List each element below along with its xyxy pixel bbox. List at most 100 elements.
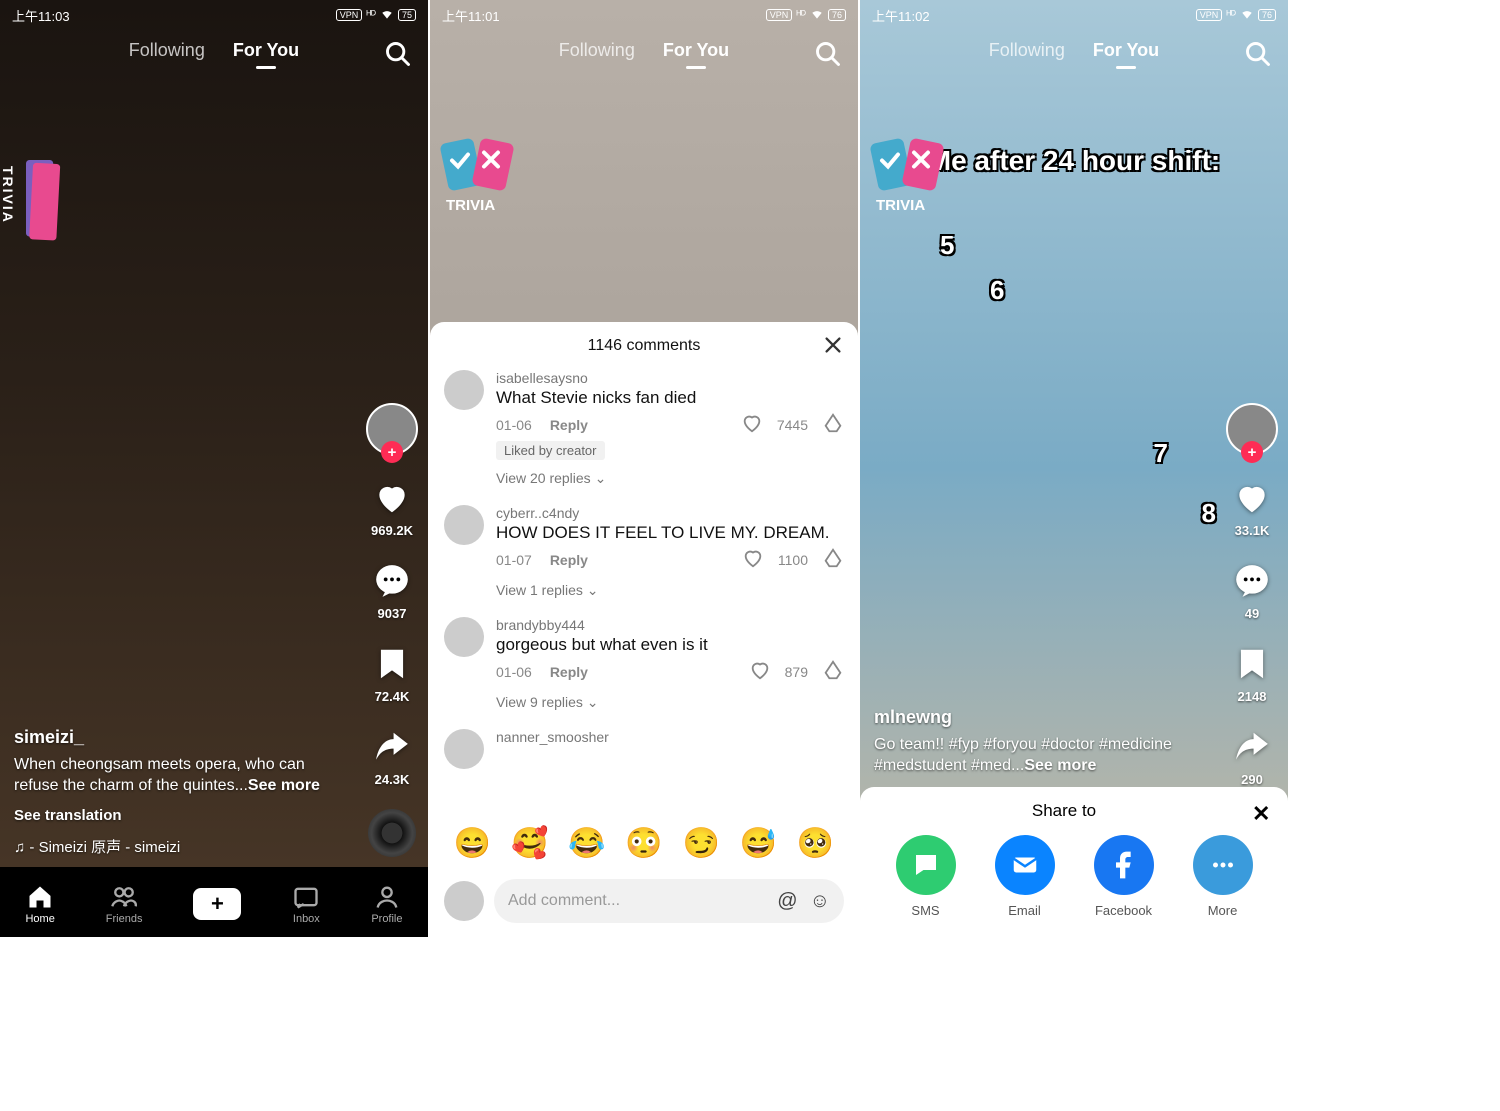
username[interactable]: simeizi_	[14, 727, 338, 748]
close-icon[interactable]: ✕	[1252, 801, 1272, 821]
emoji-icon[interactable]: ☺	[810, 890, 830, 913]
share-email[interactable]: Email	[995, 835, 1055, 918]
comment-text: HOW DOES IT FEEL TO LIVE MY. DREAM.	[496, 523, 844, 543]
see-more[interactable]: See more	[1024, 757, 1096, 774]
chevron-down-icon: ⌄	[587, 582, 599, 598]
like-button[interactable]: 969.2K	[371, 477, 413, 538]
comments-list[interactable]: isabellesaysno What Stevie nicks fan die…	[430, 370, 858, 816]
status-bar: 上午11:03 VPN ᴴᴰ 75	[0, 0, 428, 30]
comment[interactable]: isabellesaysno What Stevie nicks fan die…	[444, 370, 844, 487]
view-replies[interactable]: View 9 replies ⌄	[496, 694, 844, 711]
commenter-avatar[interactable]	[444, 729, 484, 769]
username[interactable]: mlnewng	[874, 707, 1198, 728]
clock: 上午11:01	[442, 6, 500, 25]
share-facebook[interactable]: Facebook	[1094, 835, 1154, 918]
follow-plus-icon[interactable]: +	[381, 441, 403, 463]
comment-input[interactable]: Add comment... @ ☺	[494, 879, 844, 923]
commenter-username[interactable]: brandybby444	[496, 617, 844, 633]
like-comment[interactable]	[741, 412, 763, 437]
share-more[interactable]: More	[1193, 835, 1253, 918]
view-replies[interactable]: View 20 replies ⌄	[496, 470, 844, 487]
home-icon	[26, 883, 54, 911]
overlay-number: 6	[990, 275, 1004, 306]
emoji-quick[interactable]: 😄	[454, 826, 491, 861]
like-button[interactable]: 33.1K	[1231, 477, 1273, 538]
status-bar: 上午11:02 VPN ᴴᴰ 76	[860, 0, 1288, 30]
tab-following[interactable]: Following	[559, 40, 635, 61]
nav-create[interactable]: +	[193, 888, 241, 920]
share-button[interactable]: 290	[1231, 726, 1273, 787]
emoji-quick[interactable]: 🥰	[511, 826, 548, 861]
nav-friends[interactable]: Friends	[106, 883, 143, 925]
tab-following[interactable]: Following	[129, 40, 205, 61]
inbox-icon	[292, 883, 320, 911]
sound-disc[interactable]	[368, 809, 416, 857]
dots-icon	[1193, 835, 1253, 895]
see-more[interactable]: See more	[248, 777, 320, 794]
dislike-comment[interactable]	[822, 659, 844, 684]
reply-button[interactable]: Reply	[550, 417, 588, 433]
save-button[interactable]: 2148	[1231, 643, 1273, 704]
follow-plus-icon[interactable]: +	[1241, 441, 1263, 463]
creator-avatar[interactable]: +	[366, 403, 418, 455]
commenter-username[interactable]: nanner_smoosher	[496, 729, 844, 745]
comment-like-count: 1100	[778, 552, 808, 568]
emoji-quick[interactable]: 😅	[740, 826, 777, 861]
tab-foryou[interactable]: For You	[1093, 40, 1159, 61]
screen-1: 上午11:03 VPN ᴴᴰ 75 Following For You TRIV…	[0, 0, 428, 937]
trivia-badge[interactable]: TRIVIA	[438, 130, 858, 220]
caption[interactable]: Go team!! #fyp #foryou #doctor #medicine…	[874, 734, 1198, 777]
emoji-quick[interactable]: 😏	[682, 826, 719, 861]
search-icon[interactable]	[384, 40, 412, 68]
comment[interactable]: nanner_smoosher	[444, 729, 844, 769]
reply-button[interactable]: Reply	[550, 552, 588, 568]
emoji-quick[interactable]: 😳	[625, 826, 662, 861]
search-icon[interactable]	[1244, 40, 1272, 68]
sound-label[interactable]: ♫ - Simeizi 原声 - simeizi	[14, 836, 338, 857]
tab-following[interactable]: Following	[989, 40, 1065, 61]
comment-button[interactable]: 9037	[371, 560, 413, 621]
nav-profile[interactable]: Profile	[371, 883, 402, 925]
emoji-quick-row: 😄 🥰 😂 😳 😏 😅 🥺	[430, 816, 858, 871]
mention-icon[interactable]: @	[777, 890, 797, 913]
nav-inbox[interactable]: Inbox	[292, 883, 320, 925]
dislike-comment[interactable]	[822, 412, 844, 437]
creator-avatar[interactable]: +	[1226, 403, 1278, 455]
save-count: 72.4K	[375, 689, 410, 704]
commenter-avatar[interactable]	[444, 505, 484, 545]
self-avatar[interactable]	[444, 881, 484, 921]
comment[interactable]: brandybby444 gorgeous but what even is i…	[444, 617, 844, 711]
plus-icon: +	[211, 891, 224, 917]
save-count: 2148	[1238, 689, 1267, 704]
commenter-username[interactable]: isabellesaysno	[496, 370, 844, 386]
commenter-avatar[interactable]	[444, 370, 484, 410]
see-translation[interactable]: See translation	[14, 807, 338, 824]
chat-icon	[896, 835, 956, 895]
emoji-quick[interactable]: 🥺	[797, 826, 834, 861]
share-row: SMS Email Facebook More	[876, 835, 1272, 918]
comment-button[interactable]: 49	[1231, 560, 1273, 621]
reply-button[interactable]: Reply	[550, 664, 588, 680]
like-comment[interactable]	[749, 659, 771, 684]
chevron-down-icon: ⌄	[587, 694, 599, 710]
comment[interactable]: cyberr..c4ndy HOW DOES IT FEEL TO LIVE M…	[444, 505, 844, 599]
tab-foryou[interactable]: For You	[233, 40, 299, 61]
share-button[interactable]: 24.3K	[371, 726, 413, 787]
trivia-badge[interactable]: TRIVIA	[868, 130, 1288, 220]
share-sms[interactable]: SMS	[896, 835, 956, 918]
search-icon[interactable]	[814, 40, 842, 68]
chevron-down-icon: ⌄	[595, 470, 607, 486]
caption[interactable]: When cheongsam meets opera, who can refu…	[14, 754, 338, 797]
view-replies[interactable]: View 1 replies ⌄	[496, 582, 844, 599]
commenter-username[interactable]: cyberr..c4ndy	[496, 505, 844, 521]
emoji-quick[interactable]: 😂	[568, 826, 605, 861]
save-button[interactable]: 72.4K	[371, 643, 413, 704]
nav-home[interactable]: Home	[25, 883, 54, 925]
trivia-badge[interactable]: TRIVIA	[0, 160, 88, 250]
like-comment[interactable]	[742, 547, 764, 572]
tab-foryou[interactable]: For You	[663, 40, 729, 61]
status-icons: VPN ᴴᴰ 76	[1196, 7, 1276, 24]
commenter-avatar[interactable]	[444, 617, 484, 657]
close-icon[interactable]	[822, 334, 844, 356]
dislike-comment[interactable]	[822, 547, 844, 572]
